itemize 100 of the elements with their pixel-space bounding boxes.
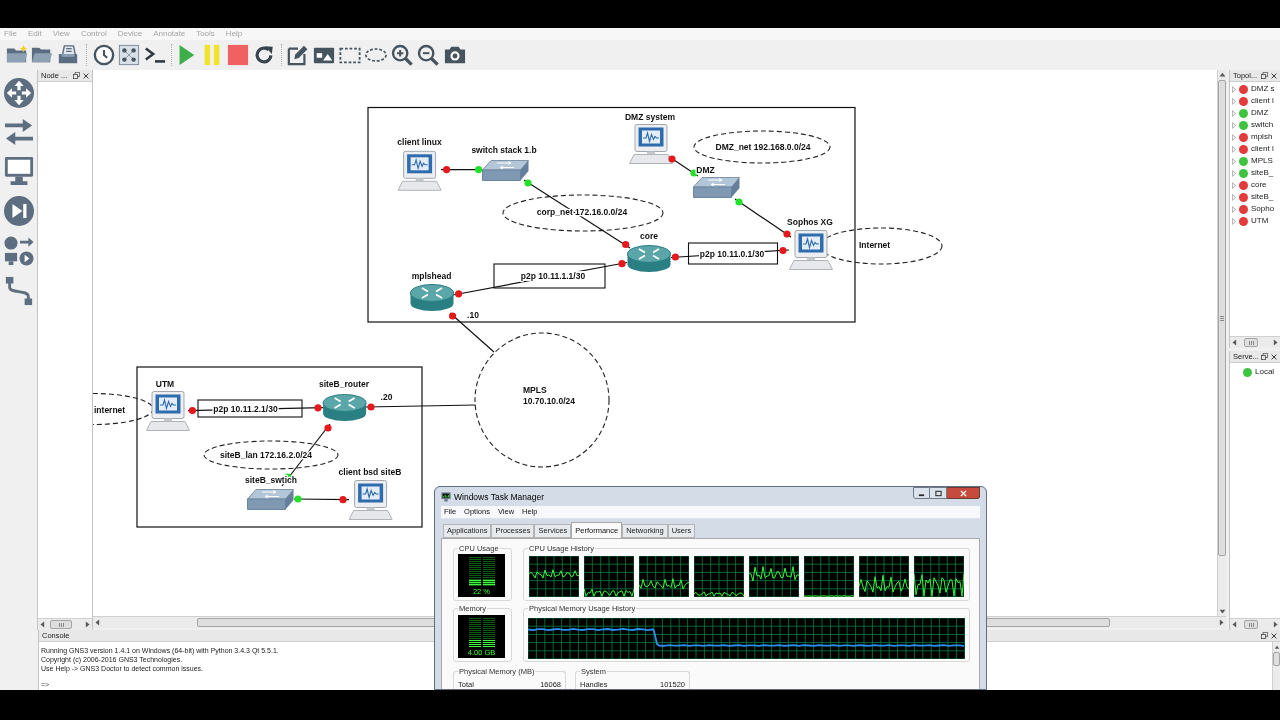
- switch-icon[interactable]: [482, 160, 529, 181]
- minimize-button[interactable]: [913, 487, 930, 499]
- maximize-icon: [934, 489, 942, 497]
- topology-item[interactable]: siteB_: [1251, 193, 1274, 201]
- node-label: client linux: [397, 137, 442, 147]
- scroll-left-icon[interactable]: [1232, 339, 1237, 346]
- dashed-rectangle-icon[interactable]: [339, 46, 361, 64]
- float-icon[interactable]: [73, 72, 80, 79]
- float-icon[interactable]: [1261, 72, 1268, 79]
- network-label: 10.70.10.0/24: [523, 396, 575, 406]
- network-label: Internet: [859, 240, 891, 250]
- vertical-scrollbar[interactable]: [1272, 642, 1280, 690]
- topology-item[interactable]: switch: [1251, 121, 1274, 129]
- double-arrow-icon[interactable]: [3, 118, 34, 146]
- node-label: DMZ: [696, 164, 715, 175]
- scroll-right-icon[interactable]: [1219, 619, 1224, 626]
- cpu-history-graph: [529, 556, 579, 597]
- network-label: MPLS: [523, 385, 547, 395]
- scroll-down-icon[interactable]: [1218, 609, 1226, 614]
- circle-arrows-icon[interactable]: [3, 78, 34, 108]
- float-icon[interactable]: [1261, 353, 1268, 360]
- computer-icon[interactable]: [629, 124, 673, 164]
- folder-document-icon[interactable]: [57, 44, 79, 66]
- scroll-left-icon[interactable]: [1232, 621, 1237, 628]
- cpu-history-graph: [749, 556, 799, 597]
- node-label: mplshead: [411, 270, 452, 281]
- zoom-out-icon[interactable]: [417, 44, 439, 66]
- scroll-thumb[interactable]: [50, 620, 72, 629]
- scroll-thumb[interactable]: [1244, 620, 1258, 629]
- close-icon[interactable]: [1271, 353, 1277, 360]
- node-label: switch stack 1.b: [471, 145, 537, 155]
- horizontal-scrollbar[interactable]: [38, 618, 92, 630]
- router-icon[interactable]: [410, 284, 454, 311]
- router-icon[interactable]: [627, 245, 671, 272]
- network-label: internet: [94, 405, 126, 415]
- horizontal-scrollbar[interactable]: [1230, 618, 1280, 630]
- maximize-button[interactable]: [930, 487, 947, 499]
- camera-icon[interactable]: [444, 44, 466, 66]
- link-label: p2p 10.11.0.1/30: [699, 248, 765, 259]
- close-icon[interactable]: [1271, 632, 1277, 639]
- cpu-history-graph: [639, 556, 689, 597]
- dashed-ellipse-icon[interactable]: [365, 48, 387, 62]
- close-icon[interactable]: [83, 72, 89, 79]
- topology-item[interactable]: siteB_: [1251, 169, 1274, 177]
- cpu-history-graph: [914, 556, 964, 597]
- skip-circle-icon[interactable]: [3, 196, 34, 226]
- scroll-thumb[interactable]: [1273, 652, 1280, 666]
- computer-icon[interactable]: [789, 230, 833, 270]
- address-label: .20: [380, 391, 393, 402]
- server-item[interactable]: Local: [1255, 368, 1275, 376]
- device-group-icon[interactable]: [3, 236, 34, 266]
- zoom-in-icon[interactable]: [391, 44, 413, 66]
- cpu-history-graph: [694, 556, 744, 597]
- topology-item[interactable]: client l: [1251, 97, 1274, 105]
- window-title: Windows Task Manager: [454, 492, 545, 502]
- scroll-thumb[interactable]: [1218, 80, 1226, 556]
- node-label: DMZ system: [624, 112, 676, 122]
- scroll-thumb[interactable]: [1244, 338, 1258, 347]
- node-label: client bsd siteB: [338, 467, 402, 477]
- cable-icon[interactable]: [3, 276, 34, 306]
- cpu-history-graph: [584, 556, 634, 597]
- reload-icon[interactable]: [253, 44, 275, 66]
- node-grid-icon[interactable]: [118, 44, 140, 66]
- topology-item[interactable]: client l: [1251, 145, 1274, 153]
- cpu-history-graph: [804, 556, 854, 597]
- close-button[interactable]: [947, 487, 980, 499]
- close-icon: [959, 489, 967, 497]
- topology-item[interactable]: core: [1251, 181, 1267, 189]
- monitor-icon[interactable]: [3, 156, 34, 186]
- computer-icon[interactable]: [397, 150, 442, 191]
- float-icon[interactable]: [1261, 632, 1268, 639]
- scroll-left-icon[interactable]: [40, 621, 45, 628]
- clock-icon[interactable]: [93, 44, 115, 66]
- node-label: Sophos XG: [787, 216, 833, 227]
- switch-icon[interactable]: [247, 489, 294, 510]
- topology-item[interactable]: DMZ s: [1251, 85, 1275, 93]
- scroll-right-icon[interactable]: [1273, 339, 1278, 346]
- edit-note-icon[interactable]: [287, 44, 309, 66]
- node-label: UTM: [155, 379, 175, 389]
- computer-icon[interactable]: [146, 391, 190, 431]
- topology-item[interactable]: Sopho: [1251, 205, 1275, 213]
- horizontal-scrollbar[interactable]: [1230, 336, 1280, 348]
- scroll-left-icon[interactable]: [95, 619, 100, 626]
- node-label: core: [640, 230, 658, 241]
- close-icon[interactable]: [1271, 72, 1277, 79]
- switch-icon[interactable]: [693, 177, 740, 198]
- scroll-up-icon[interactable]: [1273, 645, 1280, 649]
- monitor-graph-icon: [441, 492, 451, 502]
- computer-icon[interactable]: [348, 480, 393, 520]
- scroll-right-icon[interactable]: [85, 621, 90, 628]
- topology-item[interactable]: mplsh: [1251, 133, 1273, 141]
- topology-item[interactable]: DMZ: [1251, 109, 1269, 117]
- scroll-right-icon[interactable]: [1273, 621, 1278, 628]
- vertical-scrollbar[interactable]: [1217, 70, 1226, 616]
- scroll-up-icon[interactable]: [1218, 72, 1226, 77]
- address-label: .10: [467, 309, 479, 320]
- topology-item[interactable]: UTM: [1251, 217, 1269, 225]
- router-icon[interactable]: [322, 394, 367, 421]
- topology-item[interactable]: MPLS: [1251, 157, 1273, 165]
- network-label: DMZ_net 192.168.0.0/24: [715, 142, 811, 152]
